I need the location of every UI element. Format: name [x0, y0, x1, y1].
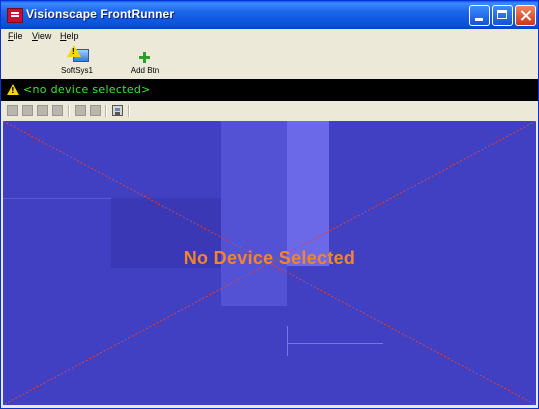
plus-icon — [139, 52, 150, 63]
device-status-text: <no device selected> — [23, 83, 151, 96]
toolbar-separator — [68, 105, 70, 117]
window-title: Visionscape FrontRunner — [26, 7, 175, 21]
close-button[interactable] — [515, 5, 536, 26]
add-btn-button[interactable]: Add Btn — [125, 44, 165, 78]
device-toolbar: SoftSys1 Add Btn — [1, 44, 538, 79]
app-window: Visionscape FrontRunner File View Help S… — [0, 0, 539, 409]
download-icon — [90, 105, 101, 116]
upload-icon — [75, 105, 86, 116]
app-icon — [7, 8, 23, 23]
maximize-button[interactable] — [492, 5, 513, 26]
new-icon — [7, 105, 18, 116]
tool-strip — [1, 101, 538, 121]
warning-icon — [7, 84, 19, 95]
device-status-bar: <no device selected> — [1, 79, 538, 101]
menu-file[interactable]: File — [8, 31, 23, 41]
warning-computer-icon — [67, 45, 89, 65]
add-btn-label: Add Btn — [130, 66, 160, 75]
open-icon — [22, 105, 33, 116]
camera-icon — [52, 105, 63, 116]
softsys1-button[interactable]: SoftSys1 — [57, 44, 97, 78]
menu-help[interactable]: Help — [60, 31, 79, 41]
title-bar[interactable]: Visionscape FrontRunner — [1, 1, 538, 29]
properties-icon[interactable] — [112, 105, 123, 116]
toolbar-separator — [105, 105, 107, 117]
toolbar-separator — [128, 105, 130, 117]
menu-bar: File View Help — [1, 29, 538, 44]
image-viewport[interactable]: No Device Selected — [3, 121, 536, 405]
minimize-button[interactable] — [469, 5, 490, 26]
menu-view[interactable]: View — [32, 31, 51, 41]
softsys1-label: SoftSys1 — [60, 66, 93, 75]
no-device-message: No Device Selected — [183, 248, 356, 268]
save-icon — [37, 105, 48, 116]
